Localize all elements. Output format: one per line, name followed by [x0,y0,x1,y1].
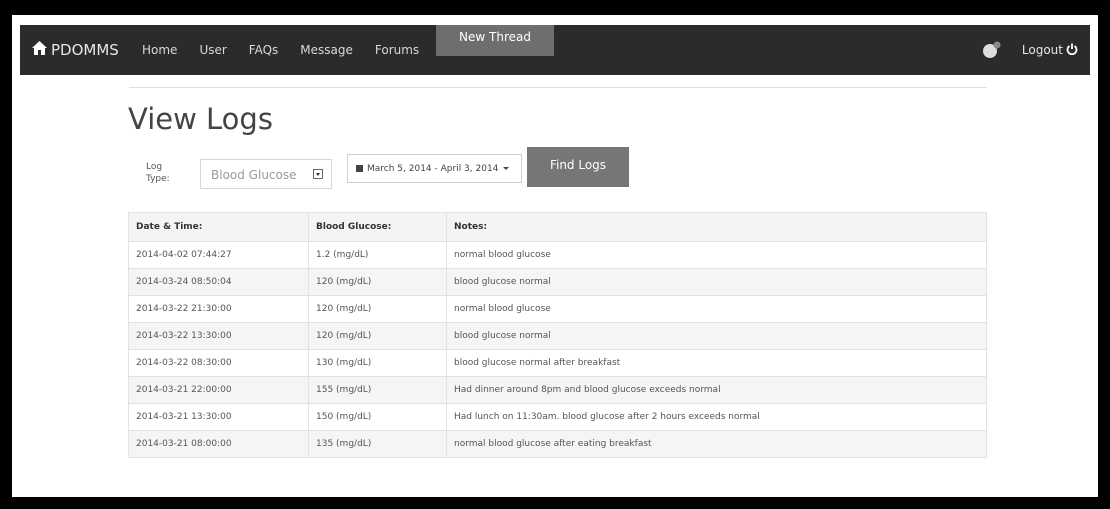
log-type-value: Blood Glucose [211,168,297,182]
cell-blood-glucose: 120 (mg/dL) [308,268,447,296]
cell-notes: normal blood glucose [446,241,987,269]
cell-blood-glucose: 150 (mg/dL) [308,403,447,431]
cell-notes: blood glucose normal [446,268,987,296]
nav-user[interactable]: User [199,43,226,57]
cell-date-time: 2014-03-21 22:00:00 [128,376,309,404]
cell-blood-glucose: 120 (mg/dL) [308,322,447,350]
dropdown-arrow-icon [313,169,323,179]
nav-right: Logout [982,25,1078,75]
header-date-time: Date & Time: [128,212,309,242]
table-row: 2014-03-21 13:30:00 150 (mg/dL) Had lunc… [128,403,987,431]
caret-down-icon [503,167,510,170]
header-divider [129,87,987,88]
cell-notes: normal blood glucose after eating breakf… [446,430,987,458]
table-row: 2014-03-22 13:30:00 120 (mg/dL) blood gl… [128,322,987,350]
nav-forums[interactable]: Forums [375,43,419,57]
logs-table: Date & Time: Blood Glucose: Notes: 2014-… [128,212,987,458]
nav-message[interactable]: Message [300,43,353,57]
brand-name: PDOMMS [51,41,119,59]
table-row: 2014-03-22 21:30:00 120 (mg/dL) normal b… [128,295,987,323]
table-header-row: Date & Time: Blood Glucose: Notes: [128,212,987,242]
date-range-value: March 5, 2014 - April 3, 2014 [367,163,499,174]
cell-blood-glucose: 130 (mg/dL) [308,349,447,377]
page-title: View Logs [128,102,273,136]
cell-date-time: 2014-03-22 08:30:00 [128,349,309,377]
cell-date-time: 2014-04-02 07:44:27 [128,241,309,269]
cell-notes: blood glucose normal [446,322,987,350]
notification-icon[interactable] [982,41,1001,59]
cell-date-time: 2014-03-21 13:30:00 [128,403,309,431]
app-frame: PDOMMS Home User FAQs Message Forums New… [12,15,1098,497]
cell-notes: Had dinner around 8pm and blood glucose … [446,376,987,404]
new-thread-button[interactable]: New Thread [436,25,554,56]
cell-blood-glucose: 155 (mg/dL) [308,376,447,404]
power-icon [1063,43,1078,58]
table-row: 2014-03-22 08:30:00 130 (mg/dL) blood gl… [128,349,987,377]
cell-blood-glucose: 1.2 (mg/dL) [308,241,447,269]
cell-date-time: 2014-03-21 08:00:00 [128,430,309,458]
logout-link[interactable]: Logout [1022,43,1078,58]
nav-links: Home User FAQs Message Forums [142,25,441,75]
header-blood-glucose: Blood Glucose: [308,212,447,242]
cell-blood-glucose: 135 (mg/dL) [308,430,447,458]
log-type-label: Log Type: [146,161,186,185]
date-range-picker[interactable]: March 5, 2014 - April 3, 2014 [347,154,522,183]
nav-home[interactable]: Home [142,43,177,57]
find-logs-button[interactable]: Find Logs [527,147,629,187]
table-row: 2014-03-21 22:00:00 155 (mg/dL) Had dinn… [128,376,987,404]
cell-date-time: 2014-03-24 08:50:04 [128,268,309,296]
table-row: 2014-04-02 07:44:27 1.2 (mg/dL) normal b… [128,241,987,269]
cell-notes: blood glucose normal after breakfast [446,349,987,377]
nav-faqs[interactable]: FAQs [249,43,279,57]
top-navbar: PDOMMS Home User FAQs Message Forums New… [20,25,1090,75]
brand-link[interactable]: PDOMMS [32,25,119,75]
table-row: 2014-03-21 08:00:00 135 (mg/dL) normal b… [128,430,987,458]
cell-date-time: 2014-03-22 13:30:00 [128,322,309,350]
log-type-select[interactable]: Blood Glucose [200,159,332,189]
log-type-label-line1: Log [146,162,163,172]
header-notes: Notes: [446,212,987,242]
logout-label: Logout [1021,43,1063,57]
cell-blood-glucose: 120 (mg/dL) [308,295,447,323]
cell-date-time: 2014-03-22 21:30:00 [128,295,309,323]
cell-notes: Had lunch on 11:30am. blood glucose afte… [446,403,987,431]
log-type-label-line2: Type: [146,174,170,184]
table-row: 2014-03-24 08:50:04 120 (mg/dL) blood gl… [128,268,987,296]
cell-notes: normal blood glucose [446,295,987,323]
home-icon [32,41,51,59]
calendar-icon [356,165,363,172]
